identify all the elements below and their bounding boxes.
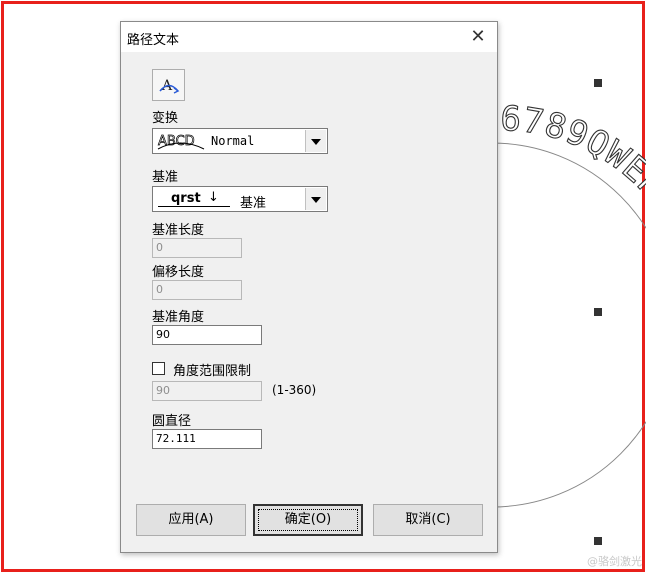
offset-length-label: 偏移长度	[152, 265, 205, 280]
arc-text: 6789QWERTYUIOP	[499, 99, 646, 321]
text-path-tool-button[interactable]: A	[152, 69, 185, 101]
text-on-path-icon: A	[159, 78, 180, 94]
angle-limit-label: 角度范围限制	[173, 364, 252, 379]
transform-value: Normal	[211, 134, 255, 148]
cancel-button[interactable]: 取消(C)	[373, 504, 483, 536]
baseline-label: 基准	[152, 170, 179, 185]
selection-handle-middle-right[interactable]	[594, 308, 602, 316]
angle-limit-input[interactable]: 90	[152, 381, 262, 401]
transform-label: 变换	[152, 111, 179, 126]
transform-select[interactable]: ABCD Normal	[152, 128, 328, 154]
baseline-value: 基准	[240, 196, 267, 211]
angle-limit-checkbox[interactable]	[152, 362, 165, 375]
baseline-select[interactable]: qrst ↓ 基准	[152, 186, 328, 212]
path-text-dialog: 路径文本 ✕ A 变换 ABCD Normal 基准 qrst ↓ 基准 基准长…	[120, 21, 498, 553]
angle-range-hint: (1-360)	[272, 383, 317, 397]
apply-button[interactable]: 应用(A)	[136, 504, 246, 536]
selection-handle-top-right[interactable]	[594, 79, 602, 87]
baseline-length-label: 基准长度	[152, 223, 205, 238]
dialog-titlebar[interactable]: 路径文本 ✕	[121, 22, 497, 52]
chevron-down-icon[interactable]	[305, 188, 326, 210]
ok-button[interactable]: 确定(O)	[253, 504, 363, 536]
baseline-length-input[interactable]: 0	[152, 238, 242, 258]
transform-preview-icon: ABCD	[158, 134, 205, 150]
selection-handle-bottom-right[interactable]	[594, 537, 602, 545]
arc-baseline	[491, 142, 646, 508]
baseline-preview-line	[158, 206, 230, 207]
focus-rect	[258, 509, 358, 531]
down-arrow-icon: ↓	[208, 190, 219, 205]
offset-length-input[interactable]: 0	[152, 280, 242, 300]
diameter-label: 圆直径	[152, 414, 192, 429]
watermark: @骆剑激光	[587, 555, 642, 568]
diameter-input[interactable]: 72.111	[152, 429, 262, 449]
chevron-down-icon[interactable]	[305, 130, 326, 152]
close-icon[interactable]: ✕	[465, 25, 491, 49]
base-angle-input[interactable]: 90	[152, 325, 262, 345]
dialog-title: 路径文本	[127, 33, 180, 48]
base-angle-label: 基准角度	[152, 310, 205, 325]
baseline-preview-text: qrst	[171, 191, 201, 206]
